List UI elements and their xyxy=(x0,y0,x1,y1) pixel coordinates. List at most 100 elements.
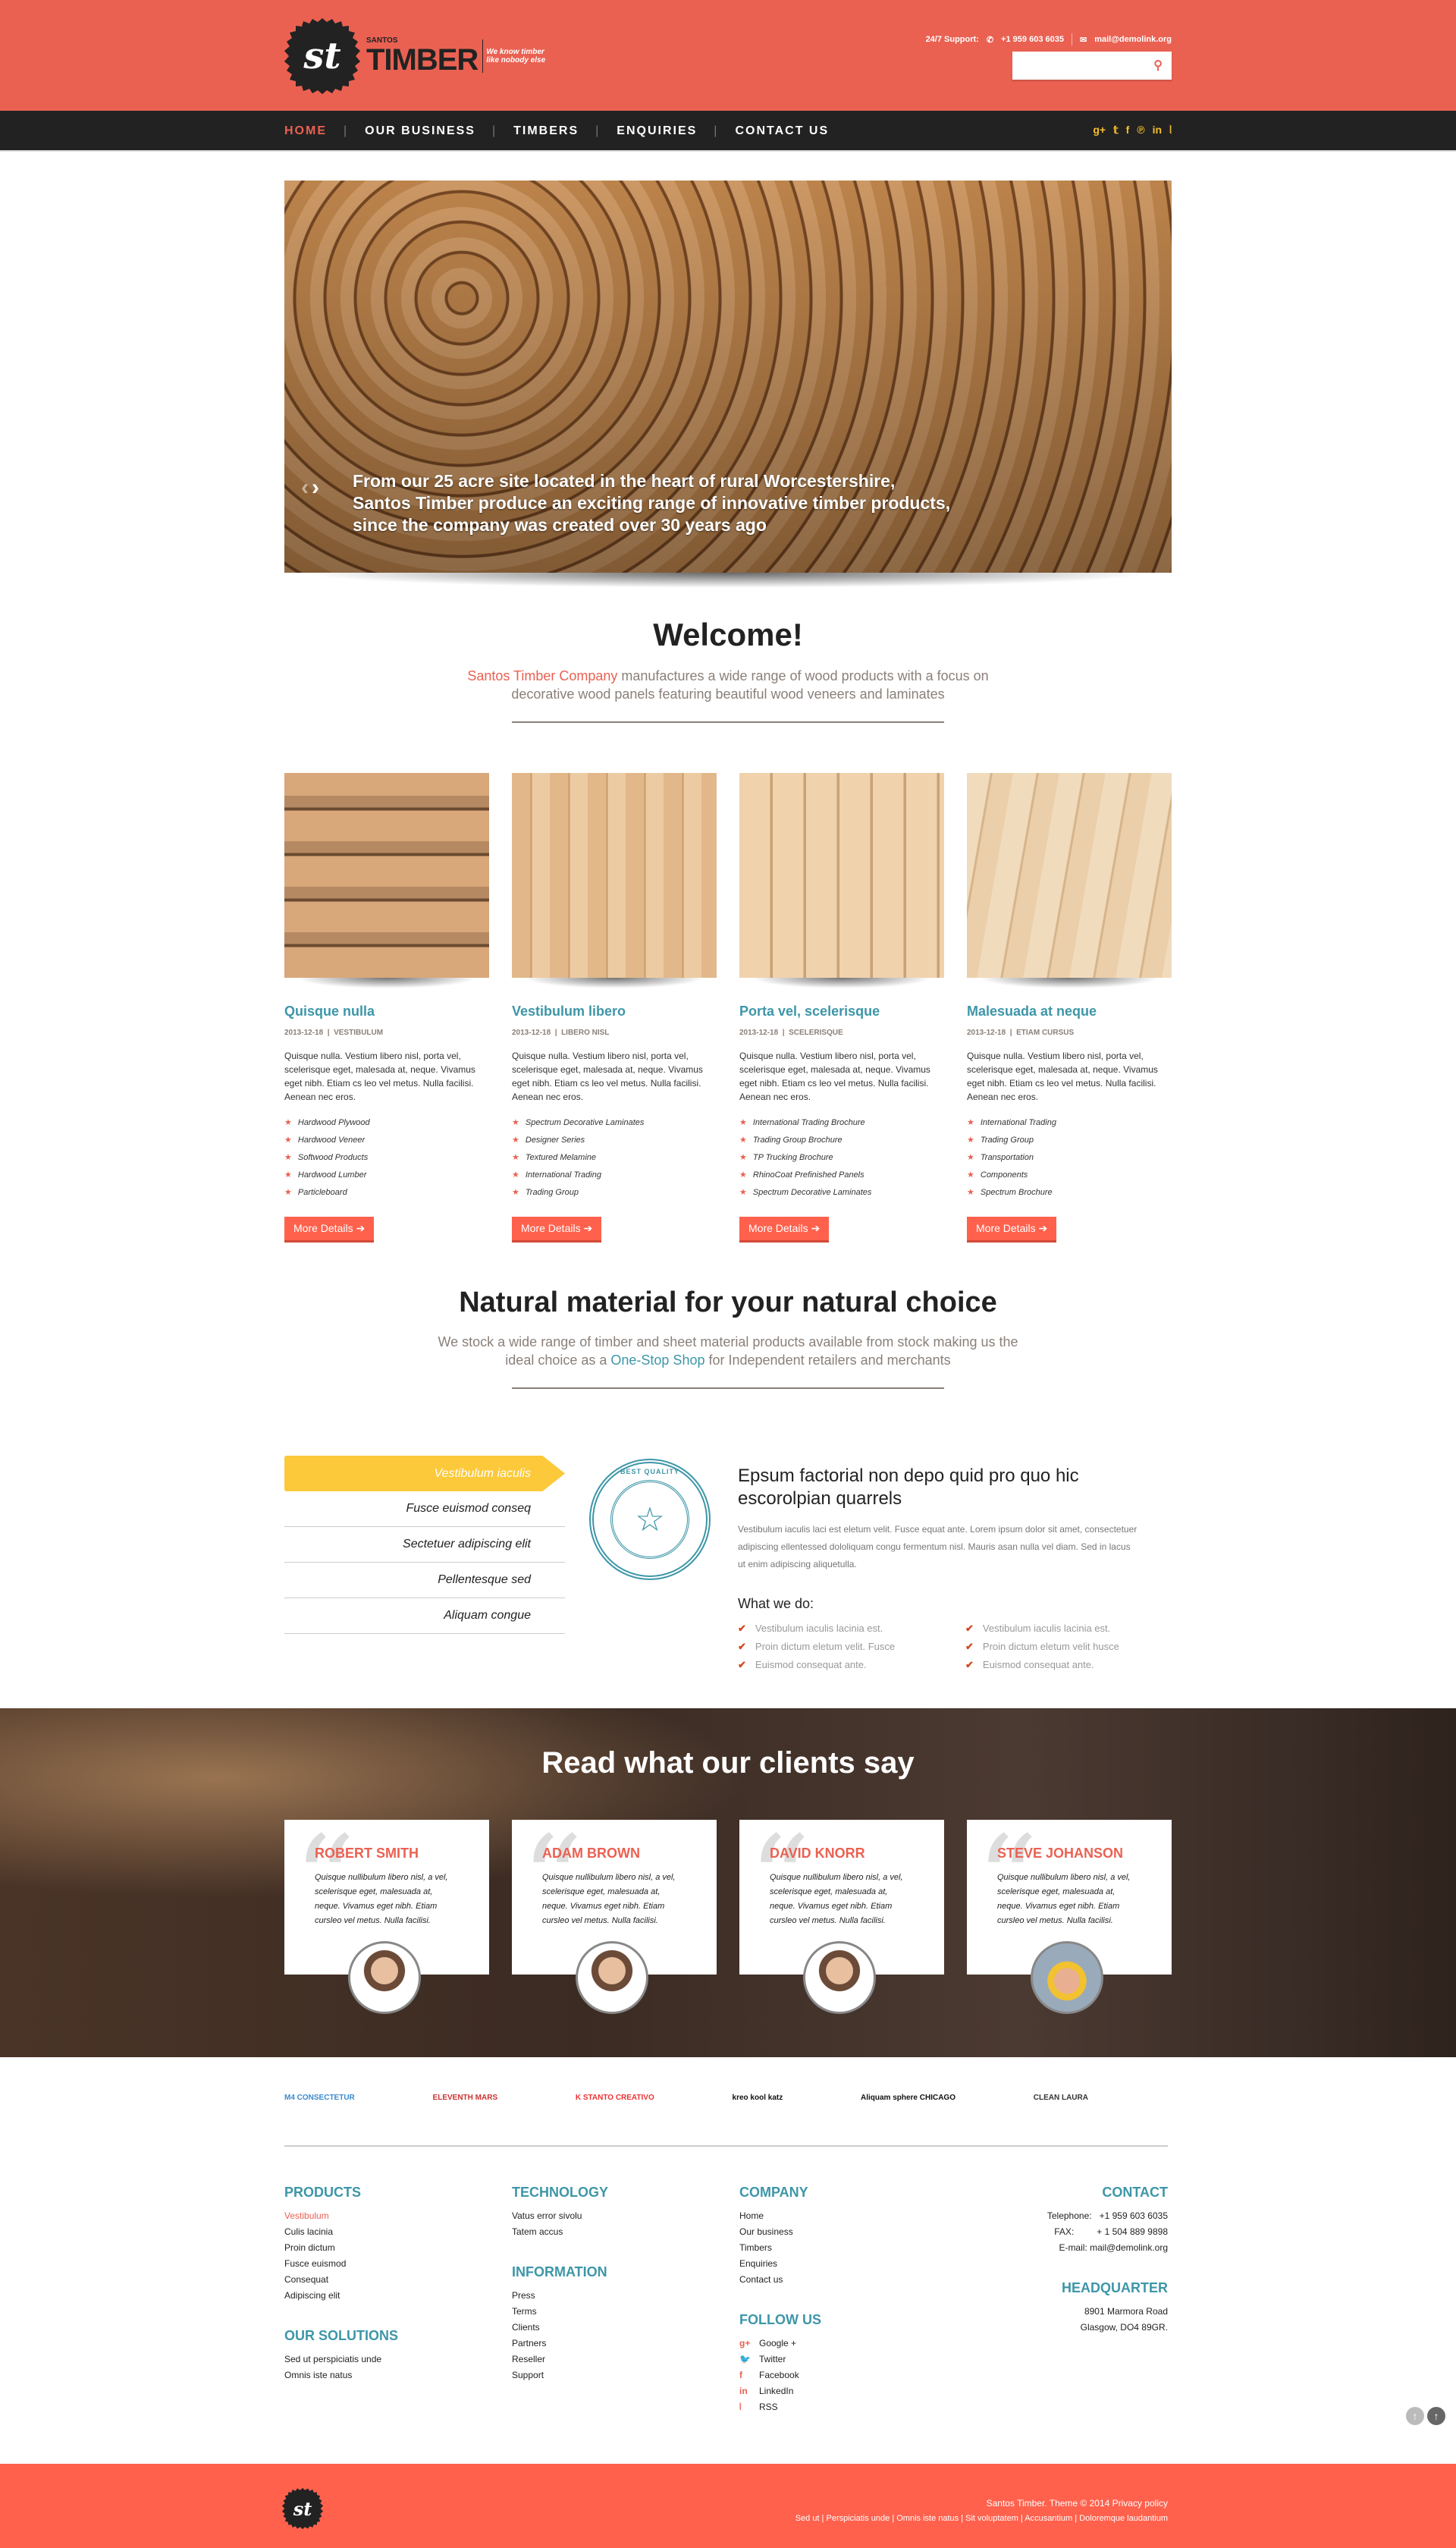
footer-link[interactable]: Fusce euismod xyxy=(284,2256,512,2272)
google-plus-icon[interactable]: g+ xyxy=(1093,124,1106,137)
more-details-button[interactable]: More Details ➔ xyxy=(739,1217,830,1243)
footer-link[interactable]: Home xyxy=(739,2208,967,2224)
follow-twitter[interactable]: 🐦 Twitter xyxy=(739,2352,967,2367)
search-input[interactable] xyxy=(1012,52,1141,80)
footer-link[interactable]: Enquiries xyxy=(739,2256,967,2272)
client-name: ROBERT SMITH xyxy=(315,1846,419,1861)
footer-link[interactable]: Partners xyxy=(512,2336,739,2352)
footer-link[interactable]: Press xyxy=(512,2288,739,2304)
footer-link[interactable]: Vatus error sivolu xyxy=(512,2208,739,2224)
footer-link[interactable]: Culis lacinia xyxy=(284,2224,512,2240)
footer-link[interactable]: Support xyxy=(512,2367,739,2383)
partner-logo-aliquam-sphere[interactable]: Aliquam sphere CHICAGO xyxy=(861,2082,956,2113)
follow-facebook[interactable]: f Facebook xyxy=(739,2367,967,2383)
partner-logo-eleventh-mars[interactable]: ELEVENTH MARS xyxy=(433,2082,498,2113)
product-title[interactable]: Porta vel, scelerisque xyxy=(739,1004,944,1020)
product-title[interactable]: Malesuada at neque xyxy=(967,1004,1172,1020)
tab-sectetuer-adipiscing[interactable]: Sectetuer adipiscing elit xyxy=(284,1527,565,1563)
nav-divider: | xyxy=(714,124,719,137)
footer-link[interactable]: Consequat xyxy=(284,2272,512,2288)
product-image[interactable] xyxy=(967,773,1172,978)
more-details-button[interactable]: More Details ➔ xyxy=(512,1217,602,1243)
arrow-right-icon: ➔ xyxy=(583,1222,593,1234)
more-details-button[interactable]: More Details ➔ xyxy=(967,1217,1057,1243)
rss-icon[interactable]: ⦚ xyxy=(1169,124,1172,137)
footer-heading-headquarter: HEADQUARTER xyxy=(1061,2280,1168,2295)
follow-label: Facebook xyxy=(759,2370,799,2380)
phone-icon: ✆ xyxy=(986,35,994,45)
footer-heading-technology: TECHNOLOGY xyxy=(512,2185,609,2200)
footer-heading-information: INFORMATION xyxy=(512,2264,607,2279)
footer-link[interactable]: Timbers xyxy=(739,2240,967,2256)
facebook-icon[interactable]: f xyxy=(1126,124,1130,137)
logo[interactable]: st SANTOS TIMBER We know timber like nob… xyxy=(284,18,545,94)
product-text: Quisque nulla. Vestium libero nisl, port… xyxy=(739,1051,930,1102)
bottom-link[interactable]: Accusantium xyxy=(1025,2514,1072,2523)
pinterest-icon[interactable]: ℗ xyxy=(1137,124,1144,137)
product-image[interactable] xyxy=(284,773,489,978)
footer-link[interactable]: Reseller xyxy=(512,2352,739,2367)
search-icon[interactable]: ⚲ xyxy=(1153,58,1163,73)
nav-item-enquiries[interactable]: ENQUIRIES xyxy=(617,124,697,138)
follow-linkedin[interactable]: in LinkedIn xyxy=(739,2383,967,2399)
product-date: 2013-12-18 xyxy=(284,1029,324,1037)
footer-link[interactable]: Clients xyxy=(512,2320,739,2336)
footer-logo[interactable]: st xyxy=(282,2488,323,2529)
nav-item-our-business[interactable]: OUR BUSINESS xyxy=(365,124,475,138)
product-date: 2013-12-18 xyxy=(967,1029,1006,1037)
checklist: ✔ Vestibulum iaculis lacinia est. ✔ Vestib… xyxy=(738,1620,1140,1674)
footer-link[interactable]: Adipiscing elit xyxy=(284,2288,512,2304)
product-title[interactable]: Vestibulum libero xyxy=(512,1004,717,1020)
nav-item-contact-us[interactable]: CONTACT US xyxy=(735,124,829,138)
follow-google-plus[interactable]: g+ Google + xyxy=(739,2336,967,2352)
partner-logo-m4[interactable]: M4 CONSECTETUR xyxy=(284,2082,355,2113)
footer-link[interactable]: Terms xyxy=(512,2304,739,2320)
one-stop-shop-link[interactable]: One-Stop Shop xyxy=(610,1353,704,1368)
testimonial-card: “ ADAM BROWN Quisque nullibulum libero n… xyxy=(512,1820,717,2014)
next-arrow-icon[interactable]: › xyxy=(312,475,319,501)
product-image[interactable] xyxy=(512,773,717,978)
arrow-up-icon[interactable]: ↑ xyxy=(1427,2407,1445,2425)
bottom-link[interactable]: Sit voluptatem xyxy=(965,2514,1018,2523)
tab-pellentesque-sed[interactable]: Pellentesque sed xyxy=(284,1563,565,1598)
partner-logo-stanto-creativo[interactable]: K STANTO CREATIVO xyxy=(576,2082,654,2113)
prev-arrow-icon[interactable]: ‹ xyxy=(301,475,309,501)
testimonial-text: Quisque nullibulum libero nisl, a vel, s… xyxy=(542,1873,676,1925)
arrow-up-icon[interactable]: ↑ xyxy=(1406,2407,1424,2425)
tab-aliquam-congue[interactable]: Aliquam congue xyxy=(284,1598,565,1634)
nav-item-home[interactable]: HOME xyxy=(284,124,327,138)
contact-telephone: Telephone: +1 959 603 6035 xyxy=(1046,2210,1168,2221)
twitter-icon[interactable]: 𝕥 xyxy=(1113,124,1119,137)
avatar xyxy=(348,1941,421,2014)
tab-fusce-euismod[interactable]: Fusce euismod conseq xyxy=(284,1491,565,1527)
footer-link[interactable]: Sed ut perspiciatis unde xyxy=(284,2352,512,2367)
check-item: ✔ Vestibulum iaculis lacinia est. xyxy=(738,1620,965,1638)
linkedin-icon[interactable]: in xyxy=(1153,124,1162,137)
footer-link[interactable]: Contact us xyxy=(739,2272,967,2288)
tab-vestibulum-iaculis[interactable]: Vestibulum iaculis xyxy=(284,1456,565,1491)
bottom-link[interactable]: Perspiciatis unde xyxy=(826,2514,890,2523)
bottom-link[interactable]: Doloremque laudantium xyxy=(1079,2514,1168,2523)
partner-logo-clean-laura[interactable]: CLEAN LAURA xyxy=(1034,2082,1088,2113)
product-image[interactable] xyxy=(739,773,944,978)
product-title[interactable]: Quisque nulla xyxy=(284,1004,489,1020)
more-details-button[interactable]: More Details ➔ xyxy=(284,1217,375,1243)
follow-rss[interactable]: ⦚ RSS xyxy=(739,2399,967,2415)
nav-divider: | xyxy=(595,124,601,137)
nav-item-timbers[interactable]: TIMBERS xyxy=(513,124,579,138)
arrow-right-icon: ➔ xyxy=(1038,1222,1048,1234)
footer-link[interactable]: Vestibulum xyxy=(284,2208,512,2224)
footer-link[interactable]: Proin dictum xyxy=(284,2240,512,2256)
caption-line: From our 25 acre site located in the hea… xyxy=(353,471,896,491)
contact-email[interactable]: E-mail: mail@demolink.org xyxy=(971,2240,1168,2256)
bottom-link[interactable]: Sed ut xyxy=(795,2514,820,2523)
footer-link[interactable]: Our business xyxy=(739,2224,967,2240)
support-email[interactable]: mail@demolink.org xyxy=(1094,35,1172,44)
company-link[interactable]: Santos Timber Company xyxy=(467,668,617,683)
support-phone[interactable]: +1 959 603 6035 xyxy=(1001,35,1064,44)
footer-link[interactable]: Omnis iste natus xyxy=(284,2367,512,2383)
bottom-link[interactable]: Omnis iste natus xyxy=(896,2514,959,2523)
partner-logo-kreo-kool-katz[interactable]: kreo kool katz xyxy=(733,2082,783,2113)
footer-link[interactable]: Tatem accus xyxy=(512,2224,739,2240)
natural-body: for Independent retailers and merchants xyxy=(704,1353,951,1368)
